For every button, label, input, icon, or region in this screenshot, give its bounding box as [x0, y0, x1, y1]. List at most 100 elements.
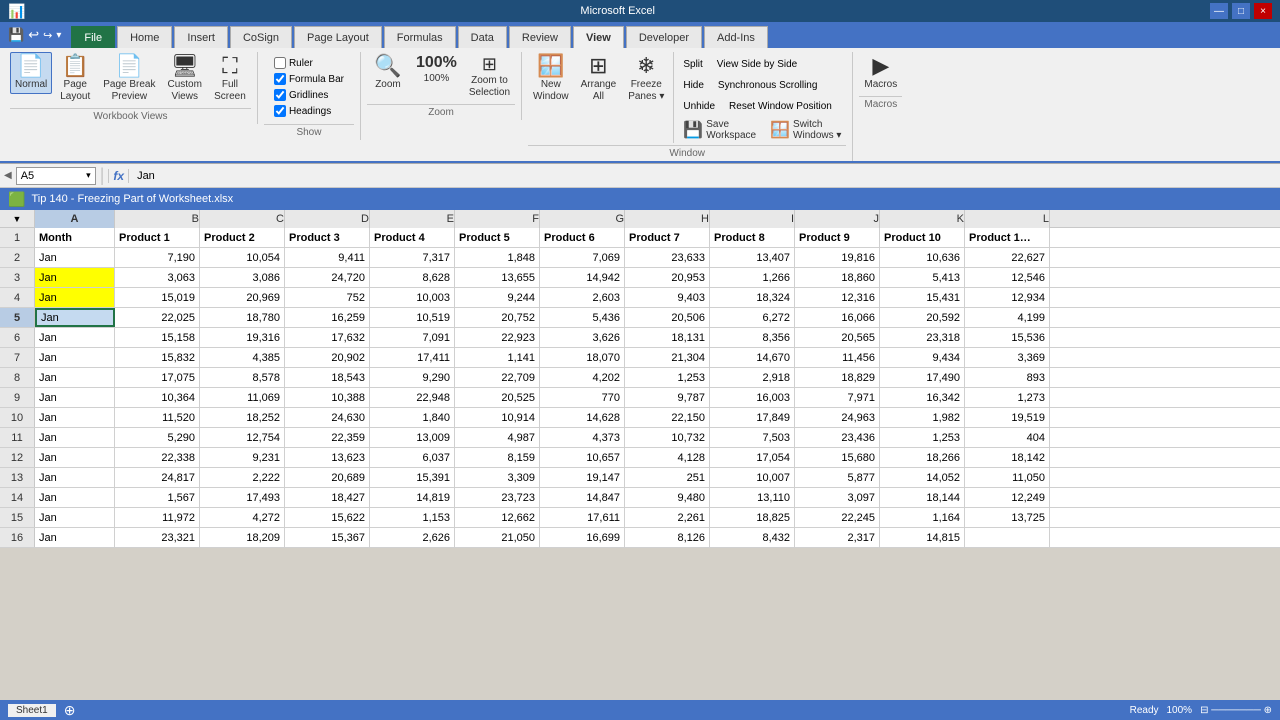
spreadsheet-cell[interactable]: Jan — [35, 328, 115, 347]
spreadsheet-cell[interactable]: 4,373 — [540, 428, 625, 447]
spreadsheet-cell[interactable]: 7,190 — [115, 248, 200, 267]
left-arrow[interactable]: ◀ — [4, 170, 12, 181]
spreadsheet-cell[interactable]: Jan — [35, 488, 115, 507]
spreadsheet-cell[interactable]: 5,877 — [795, 468, 880, 487]
spreadsheet-cell[interactable]: 3,097 — [795, 488, 880, 507]
spreadsheet-cell[interactable]: 1,273 — [965, 388, 1050, 407]
spreadsheet-cell[interactable]: 12,546 — [965, 268, 1050, 287]
spreadsheet-cell[interactable]: 10,519 — [370, 308, 455, 327]
macros-btn[interactable]: ▶ Macros — [859, 52, 902, 94]
col-header-b[interactable]: B — [115, 210, 200, 228]
table-row[interactable]: 5Jan22,02518,78016,25910,51920,7525,4362… — [0, 308, 1280, 328]
spreadsheet-cell[interactable]: 3,626 — [540, 328, 625, 347]
spreadsheet-cell[interactable]: 18,860 — [795, 268, 880, 287]
spreadsheet-cell[interactable]: 17,611 — [540, 508, 625, 527]
spreadsheet-cell[interactable]: 14,052 — [880, 468, 965, 487]
spreadsheet-cell[interactable]: 13,110 — [710, 488, 795, 507]
spreadsheet-cell[interactable]: 18,266 — [880, 448, 965, 467]
spreadsheet-cell[interactable]: 2,918 — [710, 368, 795, 387]
spreadsheet-cell[interactable]: 22,948 — [370, 388, 455, 407]
spreadsheet-cell[interactable]: Product 6 — [540, 228, 625, 247]
table-row[interactable]: 9Jan10,36411,06910,38822,94820,5257709,7… — [0, 388, 1280, 408]
col-header-h[interactable]: H — [625, 210, 710, 228]
col-header-j[interactable]: J — [795, 210, 880, 228]
spreadsheet-cell[interactable]: 17,411 — [370, 348, 455, 367]
tab-home[interactable]: Home — [117, 26, 172, 48]
spreadsheet-cell[interactable]: 12,934 — [965, 288, 1050, 307]
spreadsheet-cell[interactable]: 19,519 — [965, 408, 1050, 427]
spreadsheet-cell[interactable]: 22,025 — [115, 308, 200, 327]
spreadsheet-cell[interactable]: 8,126 — [625, 528, 710, 547]
table-row[interactable]: 7Jan15,8324,38520,90217,4111,14118,07021… — [0, 348, 1280, 368]
spreadsheet-cell[interactable]: 8,356 — [710, 328, 795, 347]
spreadsheet-cell[interactable]: 8,628 — [370, 268, 455, 287]
spreadsheet-cell[interactable]: 14,942 — [540, 268, 625, 287]
spreadsheet-cell[interactable]: 9,480 — [625, 488, 710, 507]
spreadsheet-cell[interactable]: 8,159 — [455, 448, 540, 467]
spreadsheet-cell[interactable]: 15,832 — [115, 348, 200, 367]
spreadsheet-cell[interactable]: 18,144 — [880, 488, 965, 507]
tab-formulas[interactable]: Formulas — [384, 26, 456, 48]
spreadsheet-cell[interactable]: 2,222 — [200, 468, 285, 487]
spreadsheet-cell[interactable]: 22,923 — [455, 328, 540, 347]
spreadsheet-cell[interactable]: Jan — [35, 308, 115, 327]
spreadsheet-cell[interactable]: 9,434 — [880, 348, 965, 367]
spreadsheet-cell[interactable]: 4,385 — [200, 348, 285, 367]
spreadsheet-cell[interactable]: 20,969 — [200, 288, 285, 307]
zoom-slider[interactable]: ⊟ ─────── ⊕ — [1200, 705, 1272, 716]
spreadsheet-cell[interactable]: 752 — [285, 288, 370, 307]
headings-checkbox[interactable]: Headings — [272, 104, 333, 118]
spreadsheet-cell[interactable]: 1,141 — [455, 348, 540, 367]
spreadsheet-cell[interactable]: 9,231 — [200, 448, 285, 467]
spreadsheet-cell[interactable]: 18,070 — [540, 348, 625, 367]
save-workspace-btn[interactable]: 💾 SaveWorkspace — [678, 117, 761, 143]
table-row[interactable]: 6Jan15,15819,31617,6327,09122,9233,62618… — [0, 328, 1280, 348]
corner-cell[interactable]: ▼ — [0, 210, 35, 227]
spreadsheet-cell[interactable]: 19,147 — [540, 468, 625, 487]
spreadsheet-cell[interactable]: 10,636 — [880, 248, 965, 267]
tab-view[interactable]: View — [573, 26, 624, 48]
row-number[interactable]: 7 — [0, 348, 35, 367]
undo-qa-btn[interactable]: ↩ — [28, 27, 39, 43]
switch-windows-btn[interactable]: 🪟 SwitchWindows ▾ — [765, 117, 846, 143]
tab-review[interactable]: Review — [509, 26, 571, 48]
spreadsheet-cell[interactable]: 12,316 — [795, 288, 880, 307]
spreadsheet-cell[interactable]: 9,244 — [455, 288, 540, 307]
spreadsheet-cell[interactable]: 16,003 — [710, 388, 795, 407]
spreadsheet-cell[interactable]: 18,427 — [285, 488, 370, 507]
spreadsheet-cell[interactable]: 10,003 — [370, 288, 455, 307]
spreadsheet-cell[interactable]: 15,019 — [115, 288, 200, 307]
spreadsheet-cell[interactable]: 2,626 — [370, 528, 455, 547]
spreadsheet-cell[interactable]: 1,567 — [115, 488, 200, 507]
spreadsheet-cell[interactable]: 17,632 — [285, 328, 370, 347]
col-header-e[interactable]: E — [370, 210, 455, 228]
spreadsheet-cell[interactable]: 7,069 — [540, 248, 625, 267]
spreadsheet-cell[interactable]: 8,578 — [200, 368, 285, 387]
spreadsheet-cell[interactable]: Jan — [35, 368, 115, 387]
spreadsheet-cell[interactable]: 3,063 — [115, 268, 200, 287]
spreadsheet-cell[interactable]: 1,253 — [625, 368, 710, 387]
view-side-by-side-btn[interactable]: View Side by Side — [712, 54, 802, 74]
col-header-c[interactable]: C — [200, 210, 285, 228]
zoom-100-btn[interactable]: 100% 100% — [411, 52, 462, 88]
spreadsheet-cell[interactable]: 16,259 — [285, 308, 370, 327]
spreadsheet-cell[interactable]: 9,411 — [285, 248, 370, 267]
spreadsheet-cell[interactable]: 4,987 — [455, 428, 540, 447]
spreadsheet-cell[interactable]: 6,272 — [710, 308, 795, 327]
spreadsheet-cell[interactable]: 10,388 — [285, 388, 370, 407]
page-break-preview-btn[interactable]: 📄 Page BreakPreview — [98, 52, 160, 106]
name-box[interactable]: A5 ▾ — [16, 167, 96, 185]
col-header-k[interactable]: K — [880, 210, 965, 228]
spreadsheet-cell[interactable]: Product 2 — [200, 228, 285, 247]
spreadsheet-cell[interactable]: 4,199 — [965, 308, 1050, 327]
arrange-all-btn[interactable]: ⊞ ArrangeAll — [576, 52, 622, 106]
spreadsheet-cell[interactable]: 22,338 — [115, 448, 200, 467]
spreadsheet-cell[interactable]: 15,680 — [795, 448, 880, 467]
full-screen-btn[interactable]: ⛶ FullScreen — [209, 52, 251, 106]
spreadsheet-cell[interactable]: 20,902 — [285, 348, 370, 367]
minimize-btn[interactable]: — — [1210, 3, 1228, 19]
maximize-btn[interactable]: □ — [1232, 3, 1250, 19]
spreadsheet-cell[interactable]: Jan — [35, 348, 115, 367]
page-layout-btn[interactable]: 📋 PageLayout — [54, 52, 96, 106]
spreadsheet-cell[interactable]: 17,849 — [710, 408, 795, 427]
